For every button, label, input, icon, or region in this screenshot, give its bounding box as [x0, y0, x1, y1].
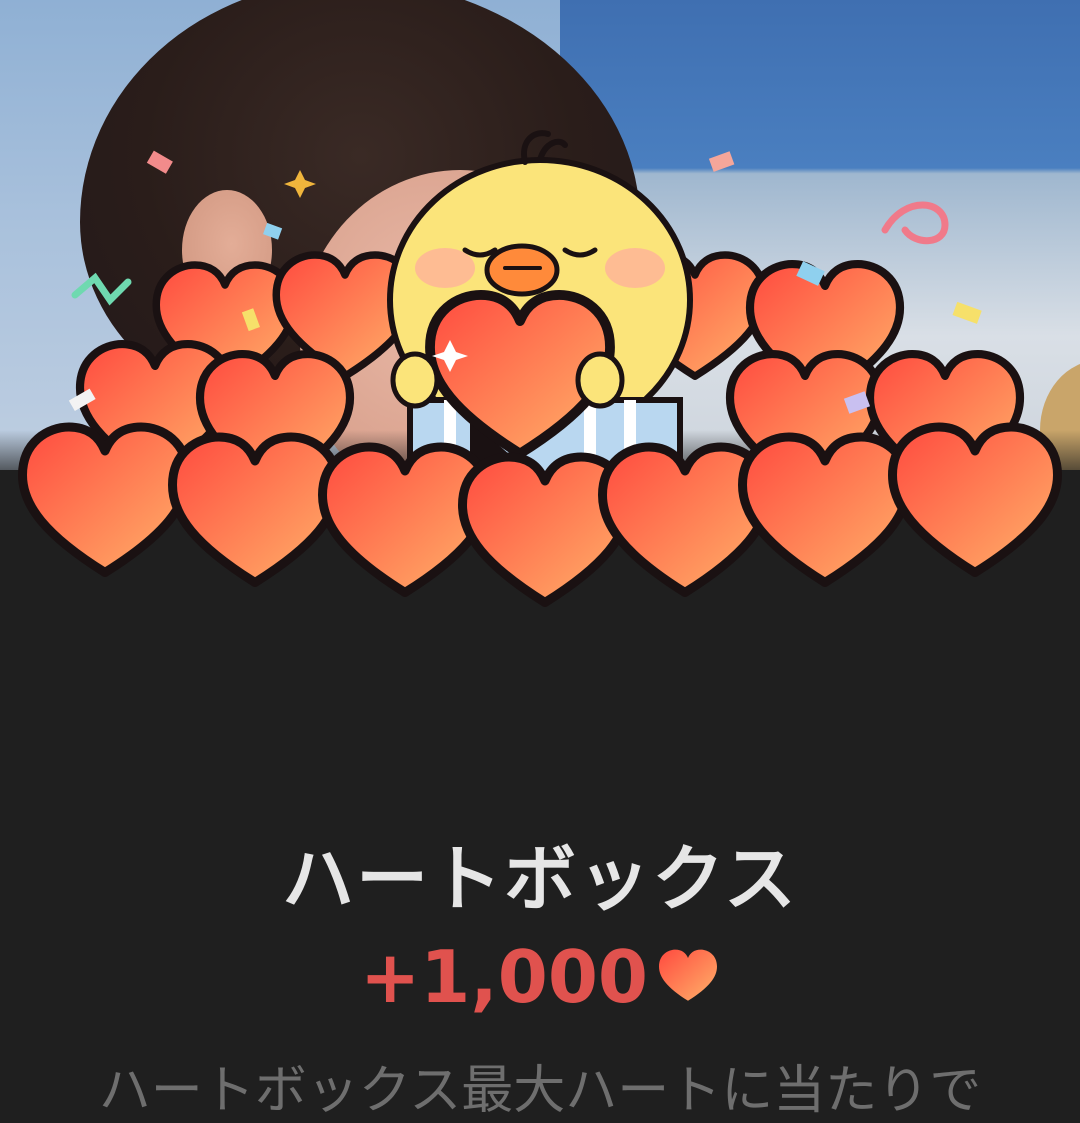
- page-title: ハートボックス: [282, 837, 798, 921]
- heart-icon: [173, 437, 338, 583]
- heart-icon: [23, 427, 188, 573]
- chick-hand: [390, 351, 440, 409]
- heart-icon: [659, 949, 718, 1001]
- heart-box-illustration: [0, 130, 1080, 630]
- heart-icon: [893, 427, 1058, 573]
- reward-amount: +1,000: [359, 935, 649, 1019]
- heart-icon: [743, 437, 908, 583]
- chick-hand: [575, 351, 625, 409]
- description-text: ハートボックス最大ハートに当たりで: [98, 1061, 982, 1121]
- reward-amount-row: +1,000: [0, 935, 1080, 1019]
